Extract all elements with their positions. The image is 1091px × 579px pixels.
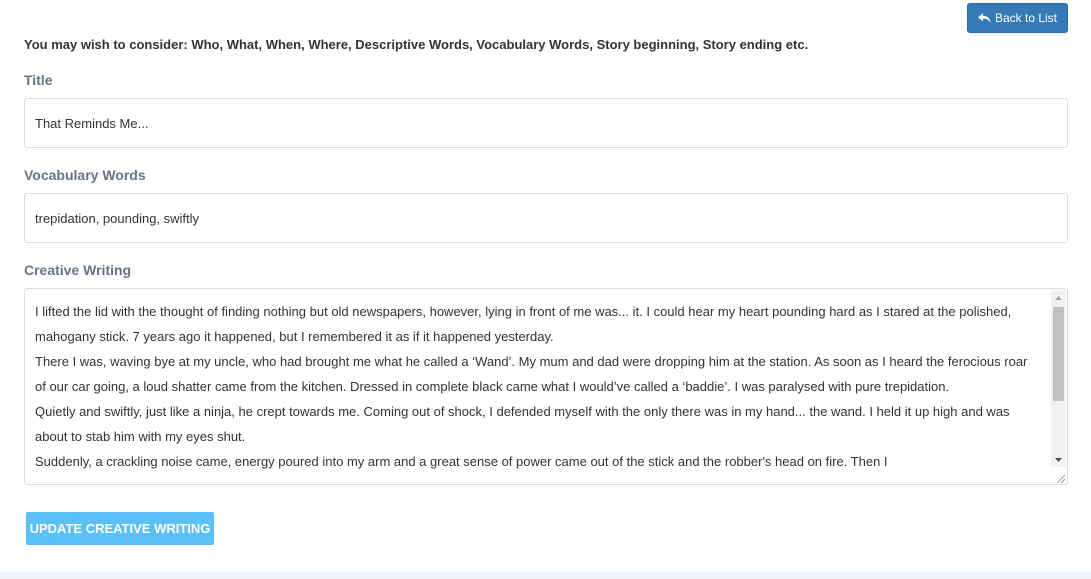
creative-writing-textarea[interactable]: I lifted the lid with the thought of fin… bbox=[24, 288, 1068, 485]
vocabulary-words-value: trepidation, pounding, swiftly bbox=[35, 210, 200, 226]
writing-hint: You may wish to consider: Who, What, Whe… bbox=[24, 37, 809, 52]
vocabulary-words-label: Vocabulary Words bbox=[24, 167, 146, 183]
textarea-scrollbar[interactable] bbox=[1051, 290, 1066, 467]
page-footer-strip bbox=[0, 572, 1091, 579]
creative-writing-text: I lifted the lid with the thought of fin… bbox=[35, 299, 1040, 474]
title-label: Title bbox=[24, 72, 53, 88]
back-to-list-label: Back to List bbox=[994, 11, 1058, 25]
scroll-up-arrow-icon[interactable] bbox=[1051, 290, 1066, 305]
paragraph: Quietly and swiftly, just like a ninja, … bbox=[35, 404, 1010, 444]
update-creative-writing-button[interactable]: UPDATE CREATIVE WRITING bbox=[26, 512, 214, 545]
reply-icon bbox=[977, 12, 991, 24]
creative-writing-edit-page: Back to List You may wish to consider: W… bbox=[0, 0, 1091, 579]
creative-writing-label: Creative Writing bbox=[24, 262, 132, 278]
paragraph: Suddenly, a crackling noise came, energy… bbox=[35, 454, 888, 469]
vocabulary-words-input[interactable]: trepidation, pounding, swiftly bbox=[24, 193, 1068, 243]
scroll-down-arrow-icon[interactable] bbox=[1051, 452, 1066, 467]
title-input[interactable]: That Reminds Me... bbox=[24, 98, 1068, 148]
title-input-value: That Reminds Me... bbox=[35, 115, 149, 131]
resize-grip-icon[interactable] bbox=[1054, 471, 1066, 484]
scroll-thumb[interactable] bbox=[1053, 307, 1064, 401]
paragraph: I lifted the lid with the thought of fin… bbox=[35, 304, 1012, 344]
back-to-list-button[interactable]: Back to List bbox=[967, 3, 1068, 33]
paragraph: There I was, waving bye at my uncle, who… bbox=[35, 354, 1028, 394]
